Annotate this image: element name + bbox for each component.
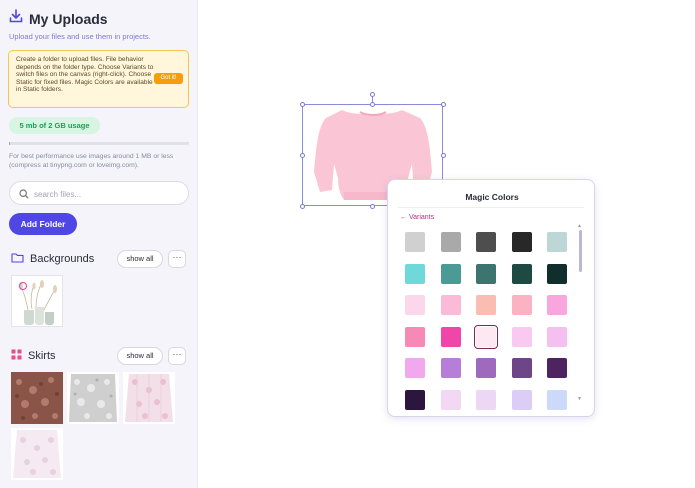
resize-handle-bottom-left[interactable] <box>300 204 305 209</box>
color-swatch[interactable] <box>547 295 567 315</box>
uploads-sidebar: My Uploads Upload your files and use the… <box>0 0 198 488</box>
section-skirts[interactable]: Skirts <box>11 349 56 363</box>
backgrounds-more-button[interactable]: ··· <box>168 250 186 268</box>
color-swatch[interactable] <box>440 232 461 252</box>
color-swatch[interactable] <box>405 358 425 378</box>
scroll-down-icon[interactable]: ▼ <box>577 396 582 402</box>
divider <box>398 207 584 208</box>
color-swatch[interactable] <box>511 358 532 378</box>
color-swatch[interactable] <box>547 326 567 347</box>
scrollbar-thumb[interactable] <box>579 230 582 272</box>
resize-handle-right[interactable] <box>441 153 446 158</box>
color-swatch[interactable] <box>547 389 567 410</box>
section-title-skirts: Skirts <box>28 350 56 362</box>
color-swatch[interactable] <box>511 232 532 252</box>
color-swatch[interactable] <box>547 358 567 378</box>
color-swatch[interactable] <box>440 389 461 410</box>
color-swatch[interactable] <box>405 389 425 410</box>
resize-handle-top-right[interactable] <box>441 102 446 107</box>
skirts-show-all-button[interactable]: show all <box>117 347 163 365</box>
color-swatch[interactable] <box>440 326 461 347</box>
folder-icon <box>11 252 24 266</box>
usage-bar <box>9 142 189 145</box>
color-swatch[interactable] <box>405 232 425 252</box>
color-swatch[interactable] <box>405 295 425 315</box>
section-title-backgrounds: Backgrounds <box>30 253 95 265</box>
color-swatch[interactable] <box>511 389 532 410</box>
color-swatch[interactable] <box>405 263 425 284</box>
title-row: My Uploads <box>9 9 108 28</box>
color-swatch[interactable] <box>547 232 567 252</box>
magic-colors-panel: Magic Colors ← Variants ▲ ▼ <box>387 179 595 417</box>
skirts-more-button[interactable]: ··· <box>168 347 186 365</box>
search-box <box>9 181 189 205</box>
resize-handle-top[interactable] <box>370 102 375 107</box>
performance-hint: For best performance use images around 1… <box>9 153 174 169</box>
color-swatch[interactable] <box>405 326 425 347</box>
magic-colors-title: Magic Colors <box>465 192 519 202</box>
background-thumbnail[interactable] <box>11 275 63 327</box>
usage-bar-fill <box>9 142 10 145</box>
color-swatch[interactable] <box>511 263 532 284</box>
info-note-text: Create a folder to upload files. File be… <box>16 56 154 94</box>
usage-badge: 5 mb of 2 GB usage <box>9 117 100 134</box>
skirt-thumbnail[interactable] <box>123 372 175 424</box>
skirt-thumbnail[interactable] <box>67 372 119 424</box>
back-to-variants-link[interactable]: ← Variants <box>400 214 434 221</box>
got-it-button[interactable]: Got it! <box>154 73 183 84</box>
rotate-handle[interactable] <box>370 92 375 97</box>
skirt-thumbnail[interactable] <box>11 372 63 424</box>
page-subtitle: Upload your files and use them in projec… <box>9 32 151 41</box>
resize-handle-bottom[interactable] <box>370 204 375 209</box>
color-swatch[interactable] <box>476 358 496 378</box>
color-swatch[interactable] <box>476 389 496 410</box>
scroll-up-icon[interactable]: ▲ <box>577 223 582 229</box>
add-folder-button[interactable]: Add Folder <box>9 213 77 235</box>
color-swatch[interactable] <box>474 324 498 349</box>
section-backgrounds[interactable]: Backgrounds <box>11 252 94 266</box>
color-swatch[interactable] <box>440 295 461 315</box>
color-swatch[interactable] <box>547 263 567 284</box>
color-swatch[interactable] <box>476 295 496 315</box>
color-swatch[interactable] <box>511 295 532 315</box>
info-note: Create a folder to upload files. File be… <box>8 50 189 108</box>
color-swatch[interactable] <box>440 358 461 378</box>
color-swatch[interactable] <box>440 263 461 284</box>
page-title: My Uploads <box>29 10 108 27</box>
color-swatch[interactable] <box>511 326 532 347</box>
resize-handle-top-left[interactable] <box>300 102 305 107</box>
grid-icon <box>11 349 22 363</box>
color-swatch[interactable] <box>476 232 496 252</box>
skirt-thumbnail[interactable] <box>11 428 63 480</box>
search-input[interactable] <box>34 187 174 201</box>
backgrounds-show-all-button[interactable]: show all <box>117 250 163 268</box>
color-swatch[interactable] <box>476 263 496 284</box>
download-tray-icon <box>9 9 23 28</box>
resize-handle-left[interactable] <box>300 153 305 158</box>
